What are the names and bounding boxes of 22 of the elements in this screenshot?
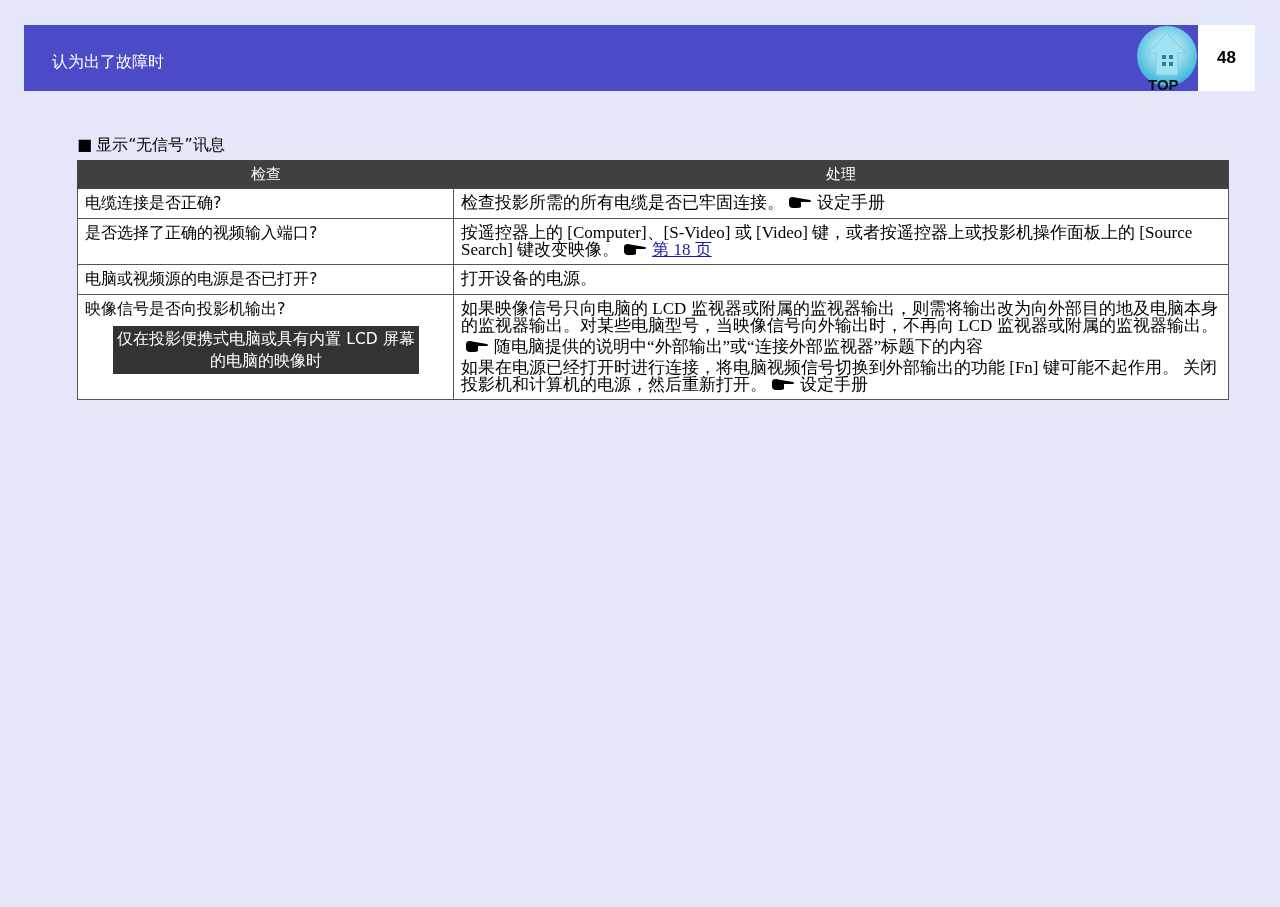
solution-text: 如果在电源已经打开时进行连接，将电脑视频信号切换到外部输出的功能 [Fn] 键可能不起作用。 关闭投影机和计算机的电源，然后重新打开。 设定手册: [461, 357, 1219, 395]
solution-text: 打开设备的电源。: [461, 268, 598, 289]
solution-text: 随电脑提供的说明中“外部输出”或“连接外部监视器”标题下的内容: [461, 336, 1222, 357]
section-title: 显示“无信号”讯息: [96, 135, 225, 156]
pointing-hand-icon: [465, 340, 489, 353]
solution-text: 如果映像信号只向电脑的 LCD 监视器或附属的监视器输出，则需将输出改为向外部目的地及电脑本身的监视器输出。对某些电脑型号，当映像信号向外输出时，不再向 LCD 监视器或附属的监视器输出。: [461, 298, 1219, 336]
note-label: 仅在投影便携式电脑或具有内置 LCD 屏幕的电脑的映像时: [113, 326, 419, 374]
section-marker: ■: [77, 135, 93, 156]
chapter-title: 认为出了故障时: [52, 51, 164, 73]
page-link[interactable]: 第 18 页: [652, 240, 712, 259]
column-header: 检查: [77, 160, 454, 189]
pointing-hand-icon: [771, 378, 795, 391]
check-text: 电缆连接是否正确?: [85, 192, 223, 214]
pointing-hand-icon: [623, 243, 648, 256]
solution-text: 检查投影所需的所有电缆是否已牢固连接。 设定手册: [461, 192, 886, 213]
check-text: 电脑或视频源的电源是否已打开?: [85, 268, 319, 290]
page-number: 48: [1198, 25, 1255, 91]
check-text: 映像信号是否向投影机输出?: [85, 298, 287, 320]
check-text: 是否选择了正确的视频输入端口?: [85, 222, 319, 244]
solution-text: 按遥控器上的 [Computer]、[S-Video] 或 [Video] 键，或者按遥控器上或投影机操作面板上的 [Source Search] 键改变映像。 第 18 页: [461, 222, 1194, 260]
column-header: 处理: [453, 160, 1229, 189]
pointing-hand-icon: [788, 196, 812, 209]
